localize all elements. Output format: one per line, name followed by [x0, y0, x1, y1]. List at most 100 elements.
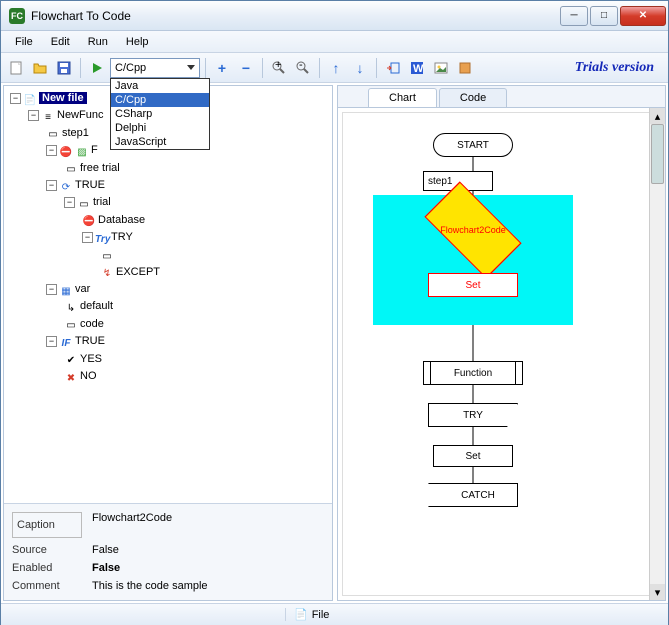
menu-help[interactable]: Help [118, 33, 157, 51]
tree-item[interactable]: −▦var ↳default ▭code [46, 281, 328, 333]
save-icon[interactable] [53, 57, 75, 79]
svg-text:W: W [413, 63, 424, 75]
scroll-thumb[interactable] [651, 124, 664, 184]
code-icon: ▨ [75, 144, 89, 158]
flowchart-function[interactable]: Function [423, 361, 523, 385]
chart-canvas[interactable]: START step1 Flowchart2Code Set Function … [342, 112, 661, 596]
vertical-scrollbar[interactable]: ▴ ▾ [649, 108, 665, 600]
tree-item[interactable]: ▭code [64, 316, 328, 333]
scroll-down-icon[interactable]: ▾ [650, 584, 665, 600]
tab-bar: Chart Code [338, 86, 665, 108]
svg-text:+: + [275, 60, 281, 71]
flowchart-decision[interactable]: Flowchart2Code [438, 205, 508, 255]
content-area: −📄New file −≡NewFunc ▭step1 −⛔▨F ▭free t… [1, 83, 668, 603]
svg-text:-: - [299, 60, 303, 71]
prop-caption-value: Flowchart2Code [92, 512, 324, 538]
minus-icon[interactable]: − [235, 57, 257, 79]
prop-enabled-value: False [92, 562, 324, 574]
step-icon: ▭ [77, 196, 91, 210]
expander-icon[interactable]: − [46, 336, 57, 347]
app-icon: FC [9, 8, 25, 24]
expander-icon[interactable]: − [46, 180, 57, 191]
maximize-button[interactable]: □ [590, 6, 618, 26]
chevron-down-icon [187, 65, 195, 70]
step-icon: ▭ [100, 248, 114, 262]
tree-item[interactable]: ↯EXCEPT [100, 264, 328, 281]
close-button[interactable]: ✕ [620, 6, 666, 26]
plus-icon[interactable]: + [211, 57, 233, 79]
stop-icon: ⛔ [59, 144, 73, 158]
lang-option-delphi[interactable]: Delphi [111, 121, 209, 135]
tree-item[interactable]: −⟳TRUE −▭trial ⛔Database −TryTRY ▭ [46, 177, 328, 281]
flowchart-connectors [343, 113, 660, 595]
language-dropdown: Java C/Cpp CSharp Delphi JavaScript [110, 78, 210, 150]
tree-item[interactable]: −TryTRY ▭ ↯EXCEPT [82, 229, 328, 281]
tree-item[interactable]: ⛔Database [82, 212, 328, 229]
tree-item[interactable]: ✔YES [64, 351, 328, 368]
tab-code[interactable]: Code [439, 88, 507, 107]
properties-panel: Caption Flowchart2Code Source False Enab… [4, 503, 332, 600]
left-pane: −📄New file −≡NewFunc ▭step1 −⛔▨F ▭free t… [3, 85, 333, 601]
image-icon[interactable] [430, 57, 452, 79]
default-icon: ↳ [64, 300, 78, 314]
flowchart-start[interactable]: START [433, 133, 513, 157]
try-icon: Try [95, 231, 109, 245]
open-file-icon[interactable] [29, 57, 51, 79]
prop-source-value: False [92, 544, 324, 556]
stop-icon: ⛔ [82, 213, 96, 227]
new-file-icon[interactable] [5, 57, 27, 79]
run-icon[interactable] [86, 57, 108, 79]
if-icon: IF [59, 335, 73, 349]
settings-icon[interactable] [454, 57, 476, 79]
expander-icon[interactable]: − [46, 284, 57, 295]
lang-option-java[interactable]: Java [111, 79, 209, 93]
lang-option-javascript[interactable]: JavaScript [111, 135, 209, 149]
expander-icon[interactable]: − [46, 145, 57, 156]
flowchart-catch[interactable]: CATCH [428, 483, 518, 507]
flowchart-try[interactable]: TRY [428, 403, 518, 427]
expander-icon[interactable]: − [28, 110, 39, 121]
lang-option-csharp[interactable]: CSharp [111, 107, 209, 121]
check-icon: ✔ [64, 352, 78, 366]
step-icon: ▭ [64, 317, 78, 331]
minimize-button[interactable]: ─ [560, 6, 588, 26]
step-icon: ▭ [46, 126, 60, 140]
right-pane: Chart Code START step1 [337, 85, 666, 601]
export-icon[interactable] [382, 57, 404, 79]
language-select[interactable]: C/Cpp Java C/Cpp CSharp Delphi JavaScrip… [110, 58, 200, 78]
toolbar: C/Cpp Java C/Cpp CSharp Delphi JavaScrip… [1, 53, 668, 83]
zoom-in-icon[interactable]: + [268, 57, 290, 79]
arrow-down-icon[interactable]: ↓ [349, 57, 371, 79]
tree-item[interactable]: ▭ [100, 247, 328, 264]
status-bar: 📄 File [1, 603, 668, 625]
expander-icon[interactable]: − [64, 197, 75, 208]
title-bar: FC Flowchart To Code ─ □ ✕ [1, 1, 668, 31]
expander-icon[interactable]: − [10, 93, 21, 104]
lang-option-ccpp[interactable]: C/Cpp [111, 93, 209, 107]
zoom-out-icon[interactable]: - [292, 57, 314, 79]
menu-run[interactable]: Run [80, 33, 116, 51]
word-icon[interactable]: W [406, 57, 428, 79]
tree-item[interactable]: −▭trial ⛔Database −TryTRY ▭ ↯EXCEPT [64, 194, 328, 281]
status-file: 📄 File [285, 608, 337, 621]
arrow-up-icon[interactable]: ↑ [325, 57, 347, 79]
flowchart-set2[interactable]: Set [433, 445, 513, 467]
var-icon: ▦ [59, 283, 73, 297]
except-icon: ↯ [100, 265, 114, 279]
tree-item[interactable]: ↳default [64, 298, 328, 315]
flowchart-set[interactable]: Set [428, 273, 518, 297]
tree-item[interactable]: −IFTRUE ✔YES ✖NO [46, 333, 328, 385]
tree-item[interactable]: ▭free trial [64, 160, 328, 177]
scroll-up-icon[interactable]: ▴ [650, 108, 665, 124]
step-icon: ▭ [64, 161, 78, 175]
file-icon: 📄 [23, 92, 37, 106]
language-selected: C/Cpp [115, 62, 146, 74]
tree-item[interactable]: ✖NO [64, 368, 328, 385]
menu-file[interactable]: File [7, 33, 41, 51]
file-icon: 📄 [294, 608, 308, 621]
loop-icon: ⟳ [59, 179, 73, 193]
prop-source-label: Source [12, 544, 82, 556]
expander-icon[interactable]: − [82, 232, 93, 243]
menu-edit[interactable]: Edit [43, 33, 78, 51]
tab-chart[interactable]: Chart [368, 88, 437, 107]
